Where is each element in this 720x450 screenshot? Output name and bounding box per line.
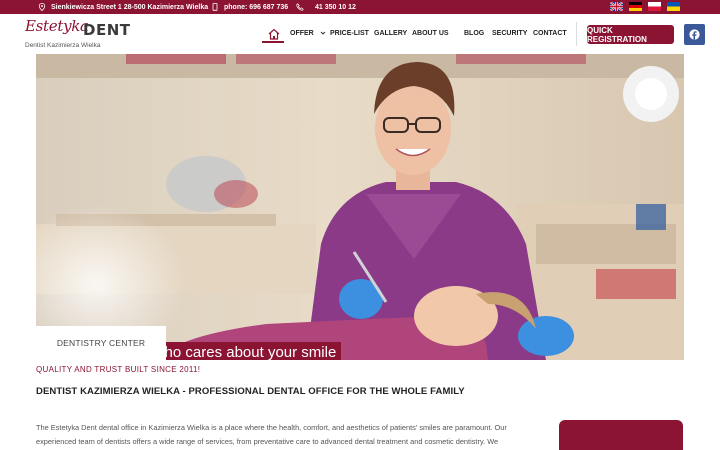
language-switcher (610, 2, 680, 11)
polish-flag-icon[interactable] (648, 2, 661, 11)
intro-paragraph: The Estetyka Dent dental office in Kazim… (36, 421, 546, 448)
address-item: Sienkiewicza Street 1 28-500 Kazimierza … (38, 0, 208, 14)
location-pin-icon (38, 3, 46, 11)
phone2-item[interactable]: 41 350 10 12 (296, 0, 356, 14)
intro-paragraph-line-1: The Estetyka Dent dental office in Kazim… (36, 423, 507, 432)
top-info-bar: Sienkiewicza Street 1 28-500 Kazimierza … (0, 0, 720, 14)
facebook-button[interactable] (684, 24, 705, 45)
nav-contact[interactable]: CONTACT (533, 30, 567, 37)
nav-offer-label: OFFER (290, 30, 314, 37)
nav-price-list[interactable]: PRICE-LIST (330, 30, 369, 37)
intro-paragraph-line-2: experienced team of dentists offers a wi… (36, 436, 499, 446)
home-icon[interactable] (264, 28, 284, 40)
phone-text[interactable]: phone: 696 687 736 (224, 4, 288, 11)
dentistry-center-tag: DENTISTRY CENTER (36, 326, 166, 360)
telephone-icon (296, 3, 304, 11)
phone-item[interactable]: phone: 696 687 736 (211, 0, 288, 14)
english-flag-icon[interactable] (610, 2, 623, 11)
phone2-text[interactable]: 41 350 10 12 (315, 4, 356, 11)
ukrainian-flag-icon[interactable] (667, 2, 680, 11)
nav-gallery[interactable]: GALLERY (374, 30, 407, 37)
hero-photo-illustration (36, 54, 684, 360)
site-logo[interactable]: Estetyka DENT Dentist Kazimierza Wielka (25, 17, 145, 53)
site-header: Estetyka DENT Dentist Kazimierza Wielka … (0, 14, 720, 54)
section-title: DENTIST KAZIMIERZA WIELKA - PROFESSIONAL… (36, 386, 465, 397)
chevron-down-icon (320, 31, 326, 35)
quick-registration-button[interactable]: QUICK REGISTRATION (587, 25, 674, 44)
mobile-phone-icon (212, 3, 218, 11)
side-card (559, 420, 683, 450)
section-subheading: QUALITY AND TRUST BUILT SINCE 2011! (36, 365, 201, 374)
active-nav-underline (262, 41, 284, 43)
logo-script: Estetyka (25, 17, 89, 35)
nav-about-us[interactable]: ABOUT US (412, 30, 449, 37)
nav-divider (576, 22, 577, 46)
nav-offer[interactable]: OFFER (290, 30, 326, 37)
logo-brand: DENT (83, 21, 131, 39)
hero-image: A dentist who cares about your smile (36, 54, 684, 360)
german-flag-icon[interactable] (629, 2, 642, 11)
nav-blog[interactable]: BLOG (464, 30, 484, 37)
logo-subtitle: Dentist Kazimierza Wielka (25, 42, 101, 49)
address-text: Sienkiewicza Street 1 28-500 Kazimierza … (51, 3, 209, 11)
nav-security[interactable]: SECURITY (492, 30, 527, 37)
facebook-icon (689, 29, 700, 40)
